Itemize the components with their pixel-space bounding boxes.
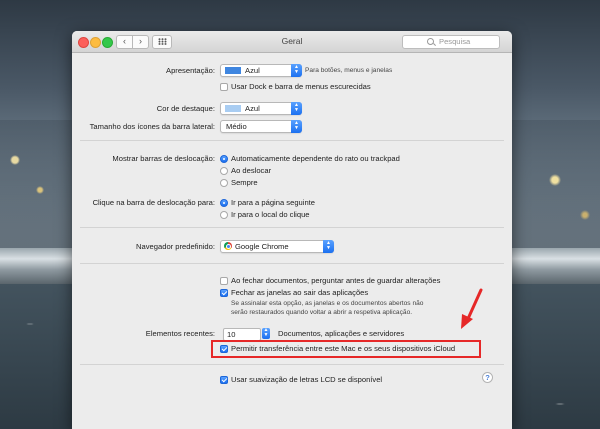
- arrow-shaft: [465, 288, 483, 323]
- annotation-arrow-icon: [461, 288, 483, 329]
- arrow-head: [461, 314, 473, 329]
